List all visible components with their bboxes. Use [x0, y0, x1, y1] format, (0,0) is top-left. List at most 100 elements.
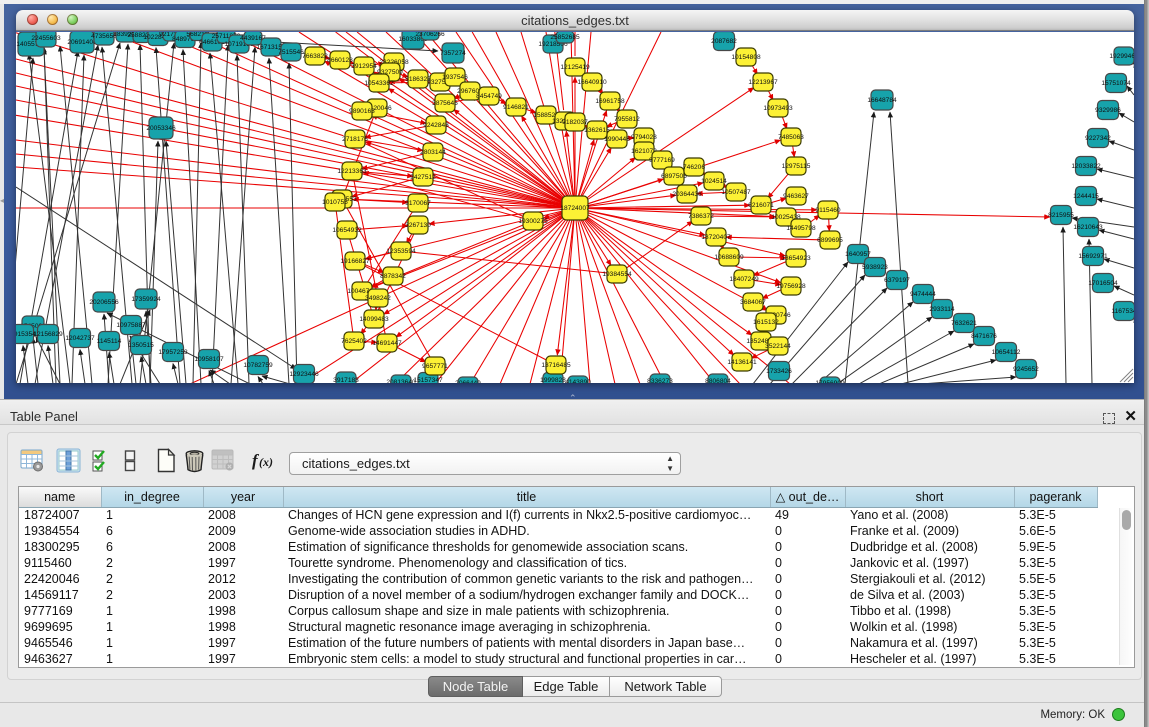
svg-text:3267130: 3267130	[405, 222, 431, 229]
svg-text:10154808: 10154808	[731, 54, 761, 61]
svg-text:1640957: 1640957	[845, 251, 871, 258]
svg-text:9474444: 9474444	[910, 291, 936, 298]
svg-text:8336273: 8336273	[647, 378, 673, 383]
svg-text:20364436: 20364436	[672, 191, 702, 198]
svg-text:12923446: 12923446	[289, 371, 319, 378]
svg-text:22455603: 22455603	[31, 35, 61, 42]
svg-text:6897505: 6897505	[661, 173, 687, 180]
svg-text:3912954: 3912954	[351, 63, 377, 70]
svg-text:1615132: 1615132	[753, 319, 779, 326]
svg-text:9245652: 9245652	[1013, 366, 1039, 373]
svg-text:17956909: 17956909	[815, 380, 845, 383]
svg-text:8471676: 8471676	[971, 333, 997, 340]
svg-text:2718176: 2718176	[342, 136, 368, 143]
svg-text:9242848: 9242848	[423, 122, 449, 129]
svg-text:2066449: 2066449	[455, 380, 481, 383]
svg-text:6216071: 6216071	[748, 202, 774, 209]
svg-text:10654932: 10654932	[332, 227, 362, 234]
svg-text:7485063: 7485063	[778, 134, 804, 141]
svg-text:10973493: 10973493	[763, 105, 793, 112]
svg-text:16648784: 16648784	[867, 97, 897, 104]
svg-text:10782759: 10782759	[243, 362, 273, 369]
svg-text:13720407: 13720407	[701, 234, 731, 241]
svg-text:20053346: 20053346	[146, 125, 176, 132]
svg-text:1937546: 1937546	[442, 74, 468, 81]
svg-text:9227342: 9227342	[1085, 135, 1111, 142]
svg-text:12156829: 12156829	[33, 331, 63, 338]
svg-text:7632621: 7632621	[951, 320, 977, 327]
svg-text:17016504: 17016504	[1088, 280, 1118, 287]
svg-text:12042737: 12042737	[65, 335, 95, 342]
svg-text:7625402: 7625402	[341, 338, 367, 345]
svg-text:19384554: 19384554	[602, 271, 632, 278]
svg-text:9329986: 9329986	[1095, 107, 1121, 114]
svg-text:8878342: 8878342	[380, 273, 406, 280]
svg-text:12353594: 12353594	[386, 248, 416, 255]
svg-text:10688609: 10688609	[714, 254, 744, 261]
svg-text:7386372: 7386372	[688, 213, 714, 220]
svg-text:16640910: 16640910	[577, 79, 607, 86]
svg-text:8660128: 8660128	[327, 57, 353, 64]
svg-text:1010755: 1010755	[322, 199, 348, 206]
svg-text:12033822: 12033822	[1071, 163, 1101, 170]
svg-text:5938923: 5938923	[862, 264, 888, 271]
svg-text:9146821: 9146821	[503, 104, 529, 111]
svg-text:13654923: 13654923	[781, 255, 811, 262]
svg-text:14495798: 14495798	[786, 225, 816, 232]
svg-text:12125419: 12125419	[560, 64, 590, 71]
svg-text:3917183: 3917183	[333, 377, 359, 383]
svg-text:6379197: 6379197	[884, 277, 910, 284]
svg-text:9794028: 9794028	[631, 134, 657, 141]
svg-text:10975887: 10975887	[116, 322, 146, 329]
svg-text:746206: 746206	[683, 164, 705, 171]
svg-text:9890163: 9890163	[349, 108, 375, 115]
svg-text:1167534: 1167534	[1111, 308, 1134, 315]
svg-text:20691406: 20691406	[67, 39, 97, 46]
svg-text:17359924: 17359924	[131, 296, 161, 303]
svg-text:10507487: 10507487	[721, 189, 751, 196]
svg-text:9463627: 9463627	[783, 193, 809, 200]
svg-text:3522144: 3522144	[765, 343, 791, 350]
svg-text:2087682: 2087682	[711, 38, 737, 45]
svg-text:2933114: 2933114	[929, 306, 955, 313]
svg-text:12213363: 12213363	[337, 168, 367, 175]
svg-text:9657771: 9657771	[422, 363, 448, 370]
svg-text:9115460: 9115460	[815, 207, 841, 214]
svg-text:10543362: 10543362	[364, 80, 394, 87]
svg-text:25852685: 25852685	[550, 34, 580, 41]
svg-text:14691447: 14691447	[372, 340, 402, 347]
svg-text:19756928: 19756928	[776, 283, 806, 290]
svg-text:6899695: 6899695	[817, 237, 843, 244]
svg-text:3498242: 3498242	[365, 295, 391, 302]
svg-text:19166827: 19166827	[340, 258, 370, 265]
svg-text:23706266: 23706266	[415, 32, 445, 38]
svg-text:3684067: 3684067	[740, 299, 766, 306]
svg-text:9182037: 9182037	[562, 119, 588, 126]
svg-text:8215955: 8215955	[1048, 212, 1074, 219]
svg-text:9777169: 9777169	[649, 157, 675, 164]
svg-text:19300275: 19300275	[518, 218, 548, 225]
svg-text:20206556: 20206556	[89, 299, 119, 306]
svg-text:15751074: 15751074	[1101, 80, 1131, 87]
svg-text:14099483: 14099483	[359, 316, 389, 323]
svg-text:18407249: 18407249	[729, 276, 759, 283]
svg-text:9427512: 9427512	[410, 174, 436, 181]
svg-text:7515546: 7515546	[278, 49, 304, 56]
svg-text:7955812: 7955812	[614, 116, 640, 123]
svg-text:12975115: 12975115	[782, 163, 811, 170]
svg-text:19299464: 19299464	[1109, 53, 1134, 60]
svg-text:3875645: 3875645	[432, 100, 458, 107]
svg-text:1990448: 1990448	[604, 136, 630, 143]
svg-text:7357274: 7357274	[440, 50, 466, 57]
svg-text:20813640: 20813640	[386, 379, 416, 383]
svg-text:16210643: 16210643	[1073, 224, 1103, 231]
svg-text:13716485: 13716485	[541, 362, 571, 369]
svg-text:1024514: 1024514	[701, 178, 727, 185]
svg-text:15157347: 15157347	[413, 377, 443, 383]
svg-text:1733426: 1733426	[766, 368, 792, 375]
svg-text:7663822: 7663822	[302, 53, 328, 60]
svg-text:1244415: 1244415	[1073, 193, 1099, 200]
svg-text:14136141: 14136141	[727, 359, 757, 366]
svg-text:8454749: 8454749	[476, 93, 502, 100]
svg-text:10958107: 10958107	[194, 356, 224, 363]
